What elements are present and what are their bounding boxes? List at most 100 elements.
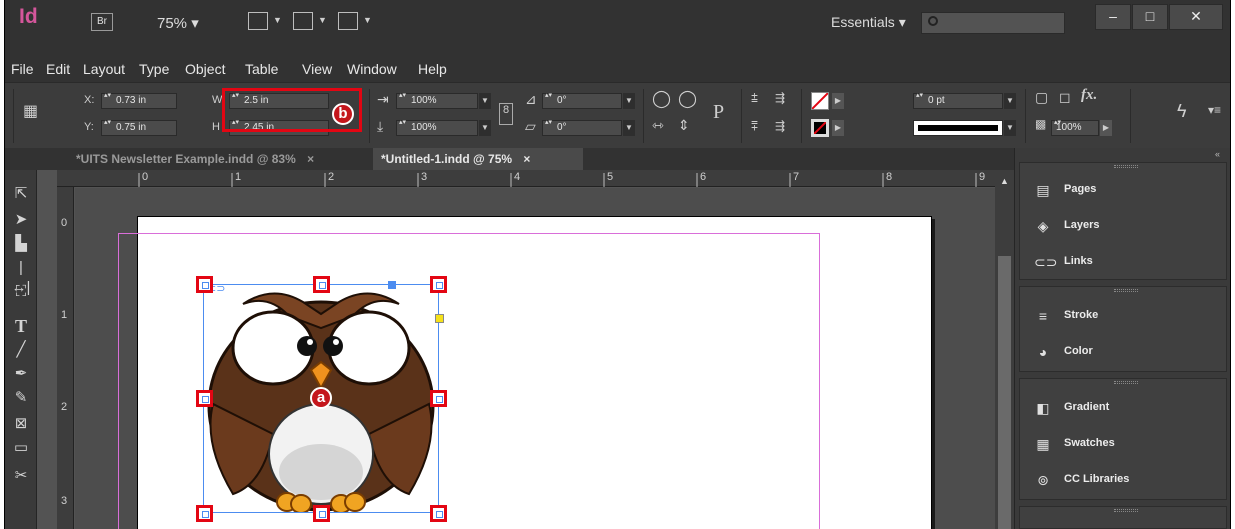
fill-swatch[interactable] xyxy=(811,92,829,110)
panel-grip[interactable] xyxy=(1114,381,1138,384)
zoom-level-dropdown[interactable]: 75% ▾ xyxy=(157,14,199,32)
shear-field[interactable]: 0° xyxy=(542,119,622,136)
constrain-proportions-icon[interactable]: 8 xyxy=(499,103,513,125)
rectangle-frame-tool-icon[interactable]: ⊠ xyxy=(11,414,31,434)
view-options-icon[interactable] xyxy=(248,12,268,30)
menu-layout[interactable]: Layout xyxy=(83,61,125,77)
type-tool-icon[interactable]: T xyxy=(11,316,31,336)
rotation-field[interactable]: 0° xyxy=(542,92,622,109)
live-corner-handle[interactable] xyxy=(435,314,444,323)
panel-item-cc-libraries[interactable]: ⊚ CC Libraries xyxy=(1020,463,1226,499)
stroke-swatch[interactable] xyxy=(811,119,829,137)
scale-y-field[interactable]: 100% xyxy=(396,119,478,136)
panel-grip[interactable] xyxy=(1114,289,1138,292)
resize-handle-top-center[interactable] xyxy=(313,276,330,293)
stroke-type-selector[interactable] xyxy=(913,120,1003,136)
chevron-down-icon[interactable]: ▼ xyxy=(1004,120,1016,136)
page-tool-icon[interactable]: ▙ xyxy=(11,234,31,254)
fill-menu-arrow[interactable]: ▶ xyxy=(832,93,844,109)
pen-tool-icon[interactable]: ✒ xyxy=(11,364,31,384)
menu-object[interactable]: Object xyxy=(185,61,225,77)
chevron-down-icon[interactable]: ▼ xyxy=(479,93,491,109)
menu-file[interactable]: File xyxy=(11,61,34,77)
rectangle-tool-icon[interactable]: ▭ xyxy=(11,438,31,458)
stroke-weight-field[interactable]: 0 pt xyxy=(913,92,1003,109)
rotation-handle[interactable] xyxy=(388,281,396,289)
drop-shadow-icon[interactable]: ▢ xyxy=(1035,89,1048,106)
scroll-up-icon[interactable]: ▲ xyxy=(1000,176,1009,186)
menu-type[interactable]: Type xyxy=(139,61,169,77)
scissors-tool-icon[interactable]: ✂ xyxy=(11,466,31,486)
flip-horizontal-icon[interactable]: ⇿ xyxy=(652,117,664,134)
chevron-down-icon[interactable]: ▼ xyxy=(623,93,635,109)
close-icon[interactable]: × xyxy=(523,152,530,166)
panel-item-links[interactable]: ⊂⊃ Links xyxy=(1020,245,1226,281)
menu-window[interactable]: Window xyxy=(347,61,397,77)
opacity-field[interactable]: 100% xyxy=(1051,119,1099,136)
panel-item-layers[interactable]: ◈ Layers xyxy=(1020,209,1226,245)
resize-handle-bottom-right[interactable] xyxy=(430,505,447,522)
rotate-ccw-icon[interactable]: ◯ xyxy=(652,89,671,109)
resize-handle-middle-right[interactable] xyxy=(430,390,447,407)
flip-vertical-icon[interactable]: ⇕ xyxy=(678,117,690,134)
resize-handle-top-right[interactable] xyxy=(430,276,447,293)
rotate-cw-icon[interactable]: ◯ xyxy=(678,89,697,109)
tab-uits-newsletter[interactable]: *UITS Newsletter Example.indd @ 83% × xyxy=(68,148,322,170)
panel-item-stroke[interactable]: ≡ Stroke xyxy=(1020,299,1226,335)
fx-button[interactable]: fx. xyxy=(1081,87,1097,104)
selection-tool-icon[interactable]: ⇱ xyxy=(11,184,31,204)
panel-menu-icon[interactable]: ▾≡ xyxy=(1208,103,1221,117)
scale-x-field[interactable]: 100% xyxy=(396,92,478,109)
chevron-down-icon[interactable]: ▼ xyxy=(623,120,635,136)
scrollbar-thumb[interactable] xyxy=(998,256,1011,529)
path-type-icon[interactable]: P xyxy=(713,101,724,124)
scale-x-icon: ⇥ xyxy=(377,91,389,107)
object-effects-icon[interactable]: ◻ xyxy=(1059,89,1071,106)
pasteboard[interactable]: ⊂⊃ a xyxy=(75,188,995,529)
lightning-icon[interactable]: ϟ xyxy=(1177,101,1187,122)
reference-point-icon[interactable]: ▦ xyxy=(23,101,38,121)
panel-item-swatches[interactable]: ▦ Swatches xyxy=(1020,427,1226,463)
control-panel: ▦ X: 0.73 in Y: 0.75 in W 2.5 in H 2.45 … xyxy=(5,82,1230,148)
screen-mode-icon[interactable] xyxy=(293,12,313,30)
select-container-icon[interactable]: ⩲ xyxy=(751,91,758,106)
y-position-field[interactable]: 0.75 in xyxy=(101,119,177,136)
resize-handle-middle-left[interactable] xyxy=(196,390,213,407)
panel-grip[interactable] xyxy=(1114,165,1138,168)
select-previous-icon[interactable]: ⇶ xyxy=(775,91,785,105)
chevron-down-icon[interactable]: ▼ xyxy=(1004,93,1016,109)
arrange-documents-icon[interactable] xyxy=(338,12,358,30)
resize-handle-bottom-center[interactable] xyxy=(313,505,330,522)
panel-item-gradient[interactable]: ◧ Gradient xyxy=(1020,391,1226,427)
menu-table[interactable]: Table xyxy=(245,61,278,77)
workspace-switcher[interactable]: Essentials ▾ xyxy=(831,14,906,31)
search-input[interactable] xyxy=(921,12,1065,34)
direct-selection-tool-icon[interactable]: ➤ xyxy=(11,210,31,230)
panel-item-color[interactable]: ◕ Color xyxy=(1020,335,1226,371)
opacity-arrow[interactable]: ▶ xyxy=(1100,120,1112,136)
resize-handle-top-left[interactable] xyxy=(196,276,213,293)
pencil-tool-icon[interactable]: ✎ xyxy=(11,388,31,408)
resize-handle-bottom-left[interactable] xyxy=(196,505,213,522)
maximize-icon[interactable]: □ xyxy=(1132,4,1168,30)
gap-tool-icon[interactable]: |↔| xyxy=(11,258,31,296)
content-collector-icon[interactable]: ⛶ xyxy=(11,282,31,302)
x-position-field[interactable]: 0.73 in xyxy=(101,92,177,109)
menu-edit[interactable]: Edit xyxy=(46,61,70,77)
close-icon[interactable]: × xyxy=(307,152,314,166)
bridge-button[interactable]: Br xyxy=(91,13,113,31)
close-icon[interactable]: ✕ xyxy=(1169,4,1223,30)
collapse-panels-icon[interactable]: « xyxy=(1215,149,1220,159)
select-next-icon[interactable]: ⇶ xyxy=(775,119,785,133)
chevron-down-icon[interactable]: ▼ xyxy=(479,120,491,136)
select-content-icon[interactable]: ⩱ xyxy=(751,119,758,134)
tab-untitled-1[interactable]: *Untitled-1.indd @ 75% × xyxy=(373,148,583,170)
vertical-scrollbar[interactable]: ▲ xyxy=(995,170,1014,529)
menu-help[interactable]: Help xyxy=(418,61,447,77)
panel-item-pages[interactable]: ▤ Pages xyxy=(1020,173,1226,209)
stroke-menu-arrow[interactable]: ▶ xyxy=(832,120,844,136)
minimize-icon[interactable]: – xyxy=(1095,4,1131,30)
panel-grip[interactable] xyxy=(1114,509,1138,512)
line-tool-icon[interactable]: ╱ xyxy=(11,340,31,360)
menu-view[interactable]: View xyxy=(302,61,332,77)
